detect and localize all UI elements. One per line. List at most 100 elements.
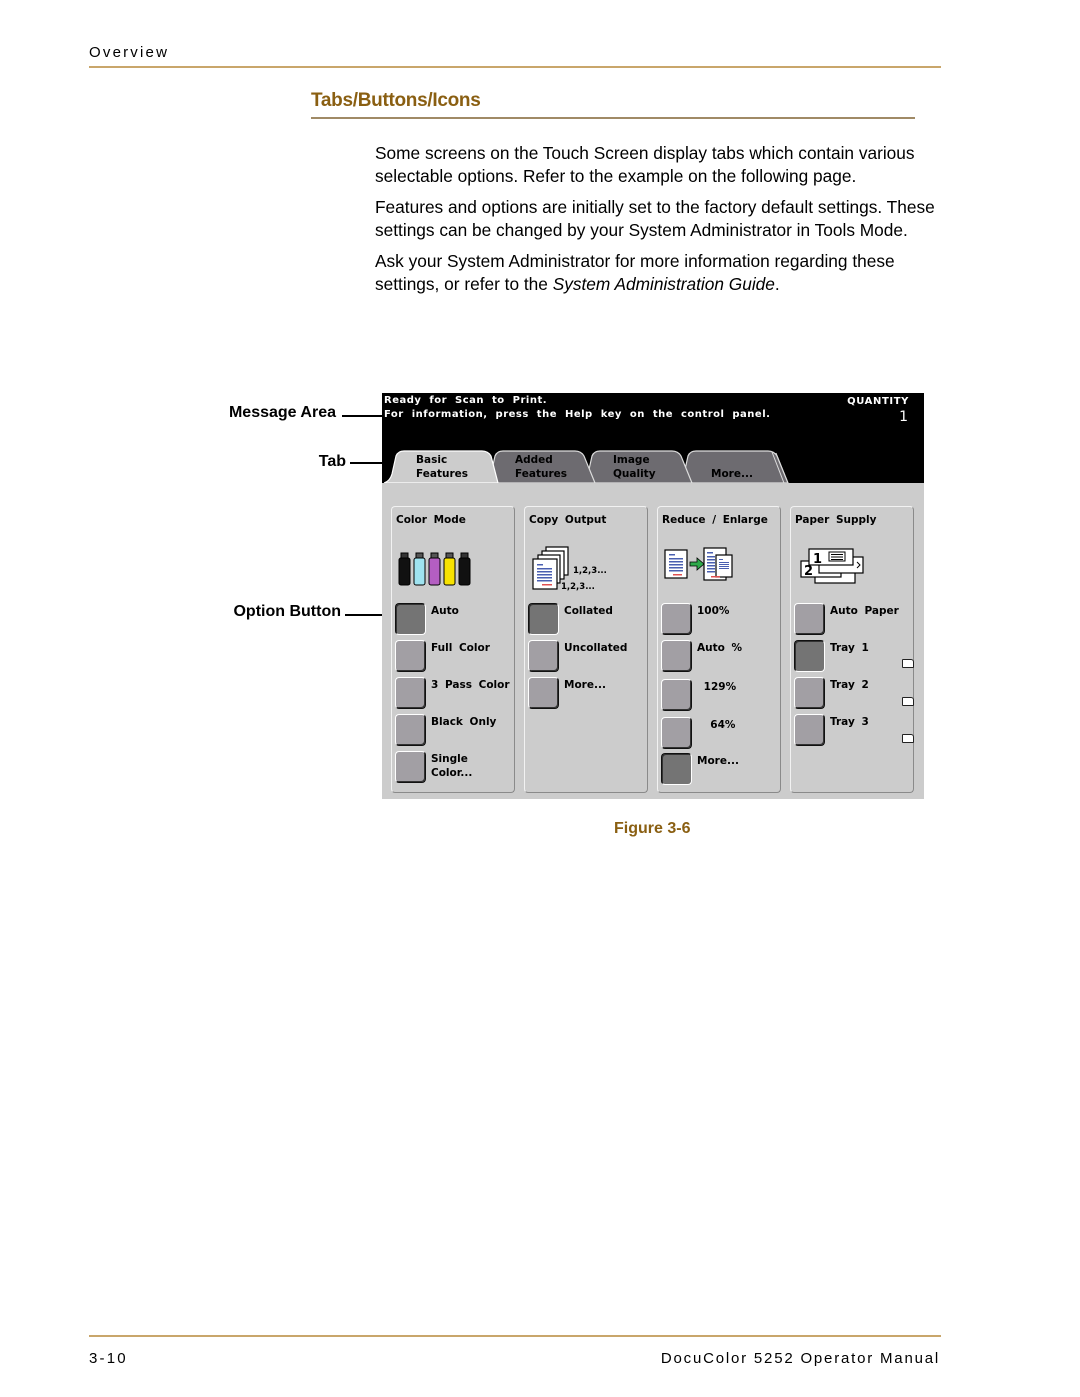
running-head: Overview <box>89 44 170 61</box>
option-tray-1[interactable]: Tray 1 <box>794 640 924 676</box>
option-auto-paper[interactable]: Auto Paper <box>794 603 924 639</box>
option-label: 100% <box>697 605 730 617</box>
paragraph-1: Some screens on the Touch Screen display… <box>375 143 915 186</box>
option-label: Auto <box>431 605 459 617</box>
option-button[interactable] <box>395 603 426 635</box>
option-label: Single Color... <box>431 753 473 779</box>
option-black-only[interactable]: Black Only <box>395 714 525 750</box>
message-line-2: For information, press the Help key on t… <box>384 409 771 420</box>
message-line-1: Ready for Scan to Print. <box>384 395 548 406</box>
option-3-pass-color[interactable]: 3 Pass Color <box>395 677 525 713</box>
option-label: 64% <box>697 719 736 731</box>
panel-title: Color Mode <box>396 514 466 526</box>
option-100-percent[interactable]: 100% <box>661 603 791 639</box>
paper-indicator-icon <box>902 697 914 706</box>
option-label: More... <box>564 679 606 691</box>
option-label: 3 Pass Color <box>431 679 510 691</box>
option-button[interactable] <box>794 640 825 672</box>
option-tray-2[interactable]: Tray 2 <box>794 677 924 713</box>
option-label: More... <box>697 755 739 767</box>
option-button[interactable] <box>395 751 426 783</box>
tab-basic-features[interactable]: Basic Features <box>384 450 502 483</box>
option-label: Uncollated <box>564 642 628 654</box>
collate-sequence-label: 1,2,3... <box>573 566 607 576</box>
option-label: Tray 1 <box>830 642 869 654</box>
section-title: Tabs/Buttons/Icons <box>311 90 481 111</box>
paper-indicator-icon <box>902 659 914 668</box>
option-button[interactable] <box>395 640 426 672</box>
option-label: Tray 3 <box>830 716 869 728</box>
tab-label: Image Quality <box>613 454 656 480</box>
option-label: Full Color <box>431 642 490 654</box>
option-label: Tray 2 <box>830 679 869 691</box>
option-button[interactable] <box>528 640 559 672</box>
paragraph-3: Ask your System Administrator for more i… <box>375 251 895 294</box>
paper-trays-icon: 1 2 <box>800 548 864 584</box>
option-label: Black Only <box>431 716 497 728</box>
option-auto-percent[interactable]: Auto % <box>661 640 791 676</box>
option-129-percent[interactable]: 129% <box>661 679 791 715</box>
touch-screen: Ready for Scan to Print. For information… <box>382 393 924 799</box>
manual-title: DocuColor 5252 Operator Manual <box>660 1350 940 1367</box>
callout-line-message-area <box>342 415 384 417</box>
panel-copy-output: Copy Output 1,2,3... 1,2,3... Collated U… <box>524 506 648 793</box>
quantity-label: QUANTITY <box>847 396 909 407</box>
callout-option-button: Option Button <box>233 603 341 620</box>
option-button[interactable] <box>661 640 692 672</box>
tab-more[interactable]: More... <box>682 450 792 483</box>
option-copy-output-more[interactable]: More... <box>528 677 658 713</box>
svg-text:2: 2 <box>804 564 813 579</box>
option-button[interactable] <box>528 603 559 635</box>
quantity-value[interactable]: 1 <box>899 409 908 425</box>
option-label: Auto Paper <box>830 605 899 617</box>
reduce-enlarge-icon <box>664 547 733 581</box>
tab-label: Basic Features <box>416 454 468 480</box>
option-reduce-enlarge-more[interactable]: More... <box>661 753 791 789</box>
option-button[interactable] <box>794 677 825 709</box>
option-tray-3[interactable]: Tray 3 <box>794 714 924 750</box>
option-button[interactable] <box>528 677 559 709</box>
tab-label: More... <box>711 468 753 480</box>
option-64-percent[interactable]: 64% <box>661 717 791 753</box>
panel-title: Paper Supply <box>795 514 877 526</box>
panel-paper-supply: Paper Supply 1 2 Auto Paper Tray 1 Tray … <box>790 506 914 793</box>
option-button[interactable] <box>794 714 825 746</box>
toner-bottles-icon <box>398 552 471 586</box>
option-button[interactable] <box>794 603 825 635</box>
option-button[interactable] <box>661 603 692 635</box>
option-label: Auto % <box>697 642 743 654</box>
figure-caption: Figure 3-6 <box>614 820 691 837</box>
option-full-color[interactable]: Full Color <box>395 640 525 676</box>
tab-added-features[interactable]: Added Features <box>489 450 599 483</box>
paragraph-2: Features and options are initially set t… <box>375 197 935 240</box>
callout-message-area: Message Area <box>228 404 336 421</box>
option-button[interactable] <box>661 753 692 785</box>
panel-color-mode: Color Mode Auto Full Color 3 Pass Color … <box>391 506 515 793</box>
message-area: Ready for Scan to Print. For information… <box>382 393 924 483</box>
page-number: 3-10 <box>89 1350 128 1367</box>
panel-title: Copy Output <box>529 514 607 526</box>
guide-reference: System Administration Guide <box>552 274 775 294</box>
section-rule <box>311 117 915 119</box>
option-collated[interactable]: Collated <box>528 603 658 639</box>
option-uncollated[interactable]: Uncollated <box>528 640 658 676</box>
option-button[interactable] <box>395 677 426 709</box>
footer-rule <box>89 1335 941 1337</box>
tab-label: Added Features <box>515 454 567 480</box>
option-button[interactable] <box>661 717 692 749</box>
body-text: Some screens on the Touch Screen display… <box>375 142 945 304</box>
option-button[interactable] <box>661 679 692 711</box>
tab-image-quality[interactable]: Image Quality <box>586 450 696 483</box>
paper-indicator-icon <box>902 734 914 743</box>
collate-sequence-label: 1,2,3... <box>561 582 595 592</box>
option-auto[interactable]: Auto <box>395 603 525 639</box>
callout-tab: Tab <box>318 453 346 470</box>
option-label: Collated <box>564 605 613 617</box>
option-button[interactable] <box>395 714 426 746</box>
panel-reduce-enlarge: Reduce / Enlarge 100% Auto % 129% 64% Mo… <box>657 506 781 793</box>
option-single-color[interactable]: Single Color... <box>395 751 525 787</box>
option-label: 129% <box>697 681 737 693</box>
svg-text:1: 1 <box>813 552 822 567</box>
panel-title: Reduce / Enlarge <box>662 514 768 526</box>
header-rule <box>89 66 941 68</box>
